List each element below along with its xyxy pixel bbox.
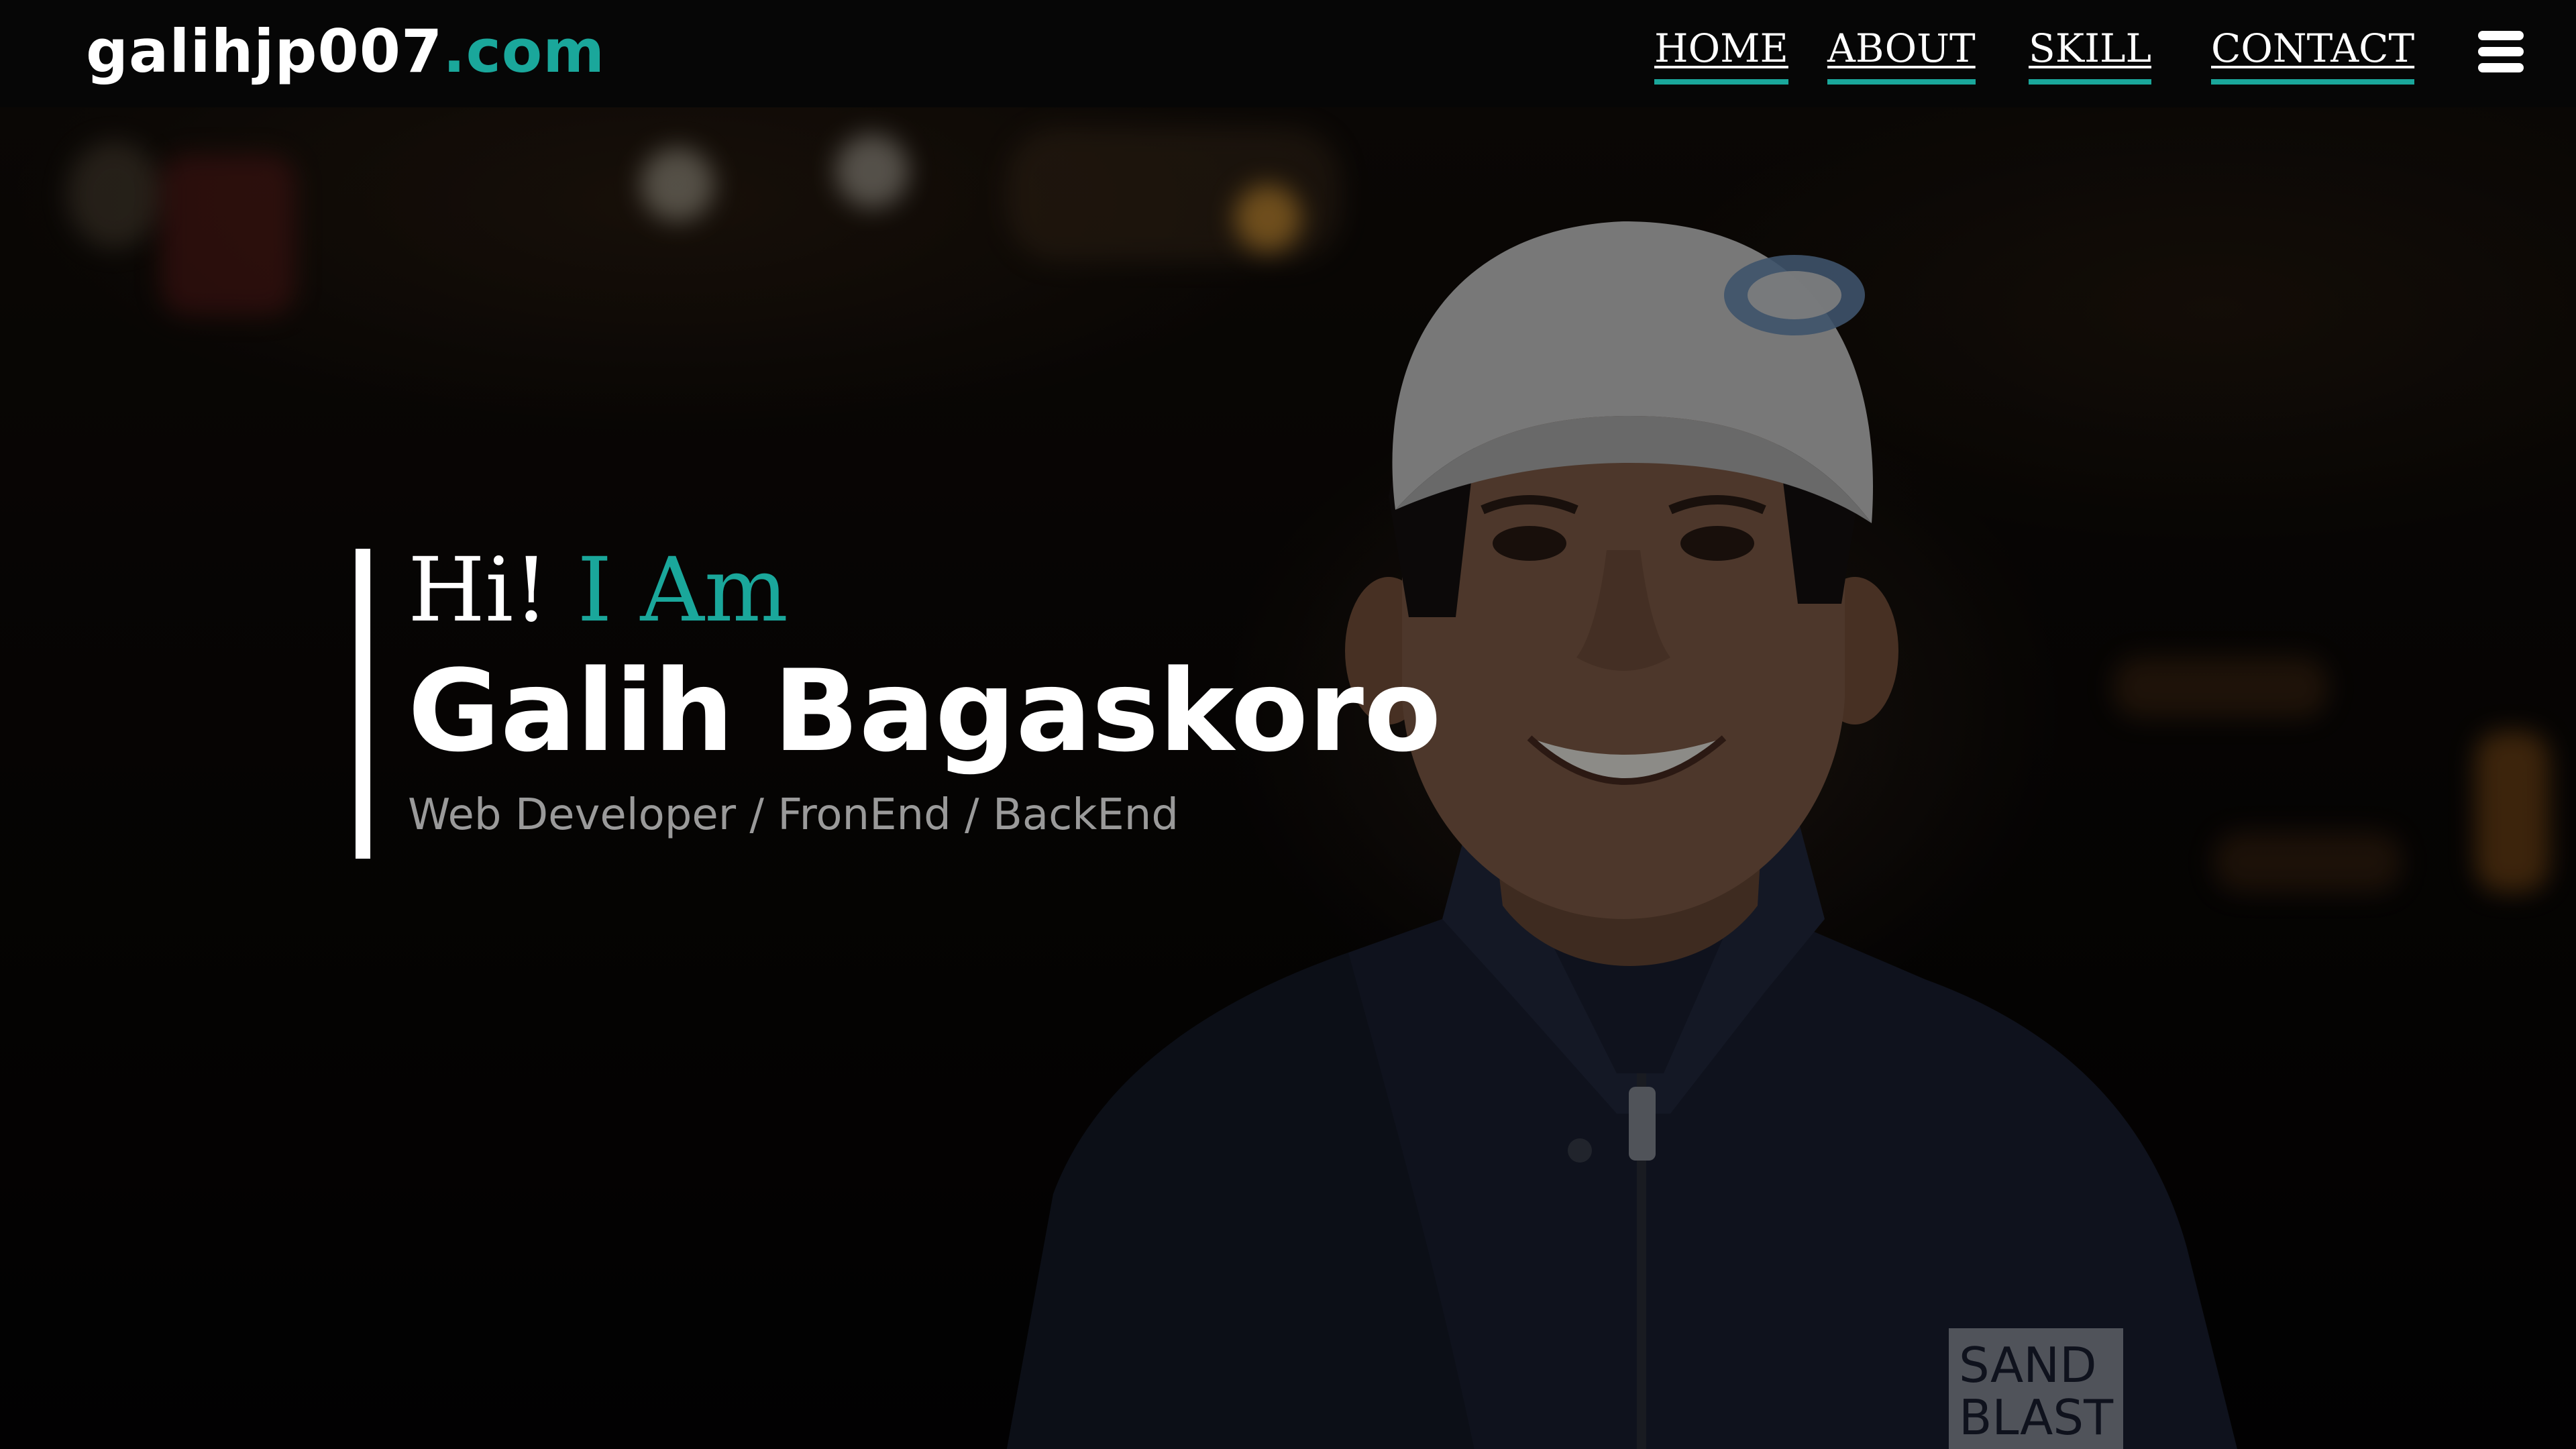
hero-greeting: Hi! I Am <box>408 537 788 644</box>
logo-tld: .com <box>443 17 605 86</box>
menu-bar <box>2478 63 2524 72</box>
hero-background-photo: SANDBLASTCREW <box>0 107 2576 1449</box>
nav-contact-link[interactable]: CONTACT <box>2211 20 2415 85</box>
hero-accent-bar <box>356 549 370 859</box>
hero-overlay <box>0 107 2576 1449</box>
hero-name: Galih Bagaskoro <box>408 645 1442 777</box>
greeting-text: Hi! <box>408 539 549 642</box>
portfolio-page: SANDBLASTCREW <box>0 0 2576 1449</box>
menu-bar <box>2478 47 2524 56</box>
nav-home-label: HOME <box>1654 25 1788 71</box>
nav-about-link[interactable]: ABOUT <box>1827 20 1976 85</box>
logo-name: galihjp007 <box>86 17 443 86</box>
nav-home-link[interactable]: HOME <box>1654 20 1788 85</box>
hero-tagline: Web Developer / FronEnd / BackEnd <box>408 790 1179 840</box>
hamburger-menu-icon[interactable] <box>2478 31 2524 72</box>
nav-skill-label: SKILL <box>2029 25 2152 71</box>
nav-skill-link[interactable]: SKILL <box>2029 20 2152 85</box>
greeting-accent-text: I Am <box>577 539 788 642</box>
nav-contact-label: CONTACT <box>2211 25 2415 71</box>
nav-about-label: ABOUT <box>1827 25 1976 71</box>
top-navbar: galihjp007.com HOME ABOUT SKILL CONTACT <box>0 0 2576 107</box>
menu-bar <box>2478 31 2524 40</box>
site-logo[interactable]: galihjp007.com <box>86 15 605 89</box>
